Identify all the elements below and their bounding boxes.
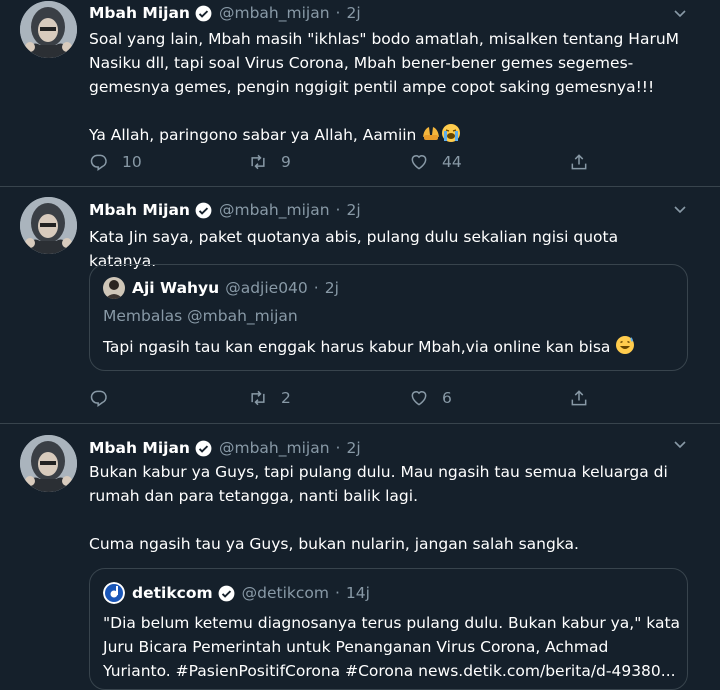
quoted-tweet[interactable]: detikcom @detikcom · 14j "Dia belum kete… [89, 568, 688, 690]
retweet-button[interactable]: 2 [248, 386, 291, 410]
tweet-paragraph: Bukan kabur ya Guys, tapi pulang dulu. M… [89, 463, 668, 505]
tweet-1[interactable]: Mbah Mijan @mbah_mijan · 2j Soal yang la… [0, 0, 720, 187]
chevron-down-icon[interactable] [672, 201, 688, 217]
quoted-avatar [103, 582, 125, 604]
palms-up-together-icon [423, 127, 440, 140]
share-icon [571, 390, 587, 406]
quoted-avatar [103, 277, 125, 299]
quoted-author-name: Aji Wahyu [132, 279, 220, 297]
tweet-paragraph: Ya Allah, paringono sabar ya Allah, Aami… [89, 123, 689, 147]
verified-badge-icon [195, 5, 212, 21]
loudly-crying-face-icon [442, 124, 461, 142]
avatar-image [20, 435, 77, 492]
verified-badge-icon [195, 202, 212, 218]
quoted-text: "Dia belum ketemu diagnosanya terus pula… [103, 611, 681, 683]
heart-icon [411, 155, 427, 170]
reply-count: 10 [122, 153, 142, 171]
heart-icon [411, 391, 427, 406]
verified-badge-icon [218, 585, 235, 601]
retweet-count: 9 [281, 153, 291, 171]
grinning-face-with-sweat-icon [616, 336, 635, 354]
tweet-actions: 10 9 44 [89, 150, 609, 174]
separator-dot: · [313, 279, 319, 297]
author-name[interactable]: Mbah Mijan [89, 201, 190, 219]
author-handle[interactable]: @mbah_mijan [219, 201, 330, 219]
reply-button[interactable]: 10 [89, 150, 142, 174]
separator-dot: · [335, 4, 341, 22]
author-handle[interactable]: @mbah_mijan [219, 4, 330, 22]
verified-badge-icon [195, 440, 212, 456]
like-button[interactable]: 6 [409, 386, 452, 410]
like-count: 44 [442, 153, 462, 171]
tweet-actions: 2 6 [89, 386, 609, 410]
like-button[interactable]: 44 [409, 150, 462, 174]
avatar-image [20, 197, 77, 254]
quoted-author-name: detikcom [132, 584, 213, 602]
tweet-text: Bukan kabur ya Guys, tapi pulang dulu. M… [89, 460, 689, 556]
tweet-2[interactable]: Mbah Mijan @mbah_mijan · 2j Kata Jin say… [0, 187, 720, 424]
avatar[interactable] [20, 435, 77, 492]
quoted-text-line: Juru Bicara Pemerintah untuk Penanganan … [103, 638, 609, 656]
share-button[interactable] [569, 150, 589, 174]
quoted-text: Tapi ngasih tau kan enggak harus kabur M… [103, 335, 678, 359]
timestamp[interactable]: 2j [346, 201, 360, 219]
chevron-down-icon[interactable] [672, 436, 688, 452]
quoted-text-line: Yurianto. #PasienPositifCorona #Corona n… [103, 662, 676, 680]
avatar-image [20, 1, 77, 58]
share-button[interactable] [569, 386, 589, 410]
like-count: 6 [442, 389, 452, 407]
timestamp[interactable]: 2j [346, 439, 360, 457]
retweet-icon [251, 390, 265, 406]
timestamp[interactable]: 2j [346, 4, 360, 22]
author-name[interactable]: Mbah Mijan [89, 439, 190, 457]
retweet-icon [251, 154, 265, 170]
author-name[interactable]: Mbah Mijan [89, 4, 190, 22]
quoted-tweet[interactable]: Aji Wahyu @adjie040 · 2j Membalas @mbah_… [89, 264, 688, 371]
tweet-paragraph: Soal yang lain, Mbah masih "ikhlas" bodo… [89, 30, 680, 96]
quoted-author-handle: @detikcom [241, 584, 329, 602]
author-handle[interactable]: @mbah_mijan [219, 439, 330, 457]
quoted-timestamp: 14j [345, 584, 370, 602]
separator-dot: · [335, 201, 341, 219]
reply-button[interactable] [89, 386, 122, 410]
tweet-paragraph: Cuma ngasih tau ya Guys, bukan nularin, … [89, 535, 579, 553]
tweet-3[interactable]: Mbah Mijan @mbah_mijan · 2j Bukan kabur … [0, 424, 720, 690]
quoted-timestamp: 2j [324, 279, 339, 297]
reply-context: Membalas @mbah_mijan [103, 307, 298, 325]
separator-dot: · [334, 584, 340, 602]
separator-dot: · [335, 439, 341, 457]
avatar[interactable] [20, 1, 77, 58]
reply-icon [90, 154, 107, 171]
retweet-button[interactable]: 9 [248, 150, 291, 174]
quoted-text-line: "Dia belum ketemu diagnosanya terus pula… [103, 614, 681, 632]
chevron-down-icon[interactable] [672, 5, 688, 21]
quoted-author-handle: @adjie040 [225, 279, 308, 297]
share-icon [571, 154, 587, 170]
reply-icon [90, 390, 107, 407]
tweet-text: Soal yang lain, Mbah masih "ikhlas" bodo… [89, 27, 689, 147]
avatar[interactable] [20, 197, 77, 254]
retweet-count: 2 [281, 389, 291, 407]
